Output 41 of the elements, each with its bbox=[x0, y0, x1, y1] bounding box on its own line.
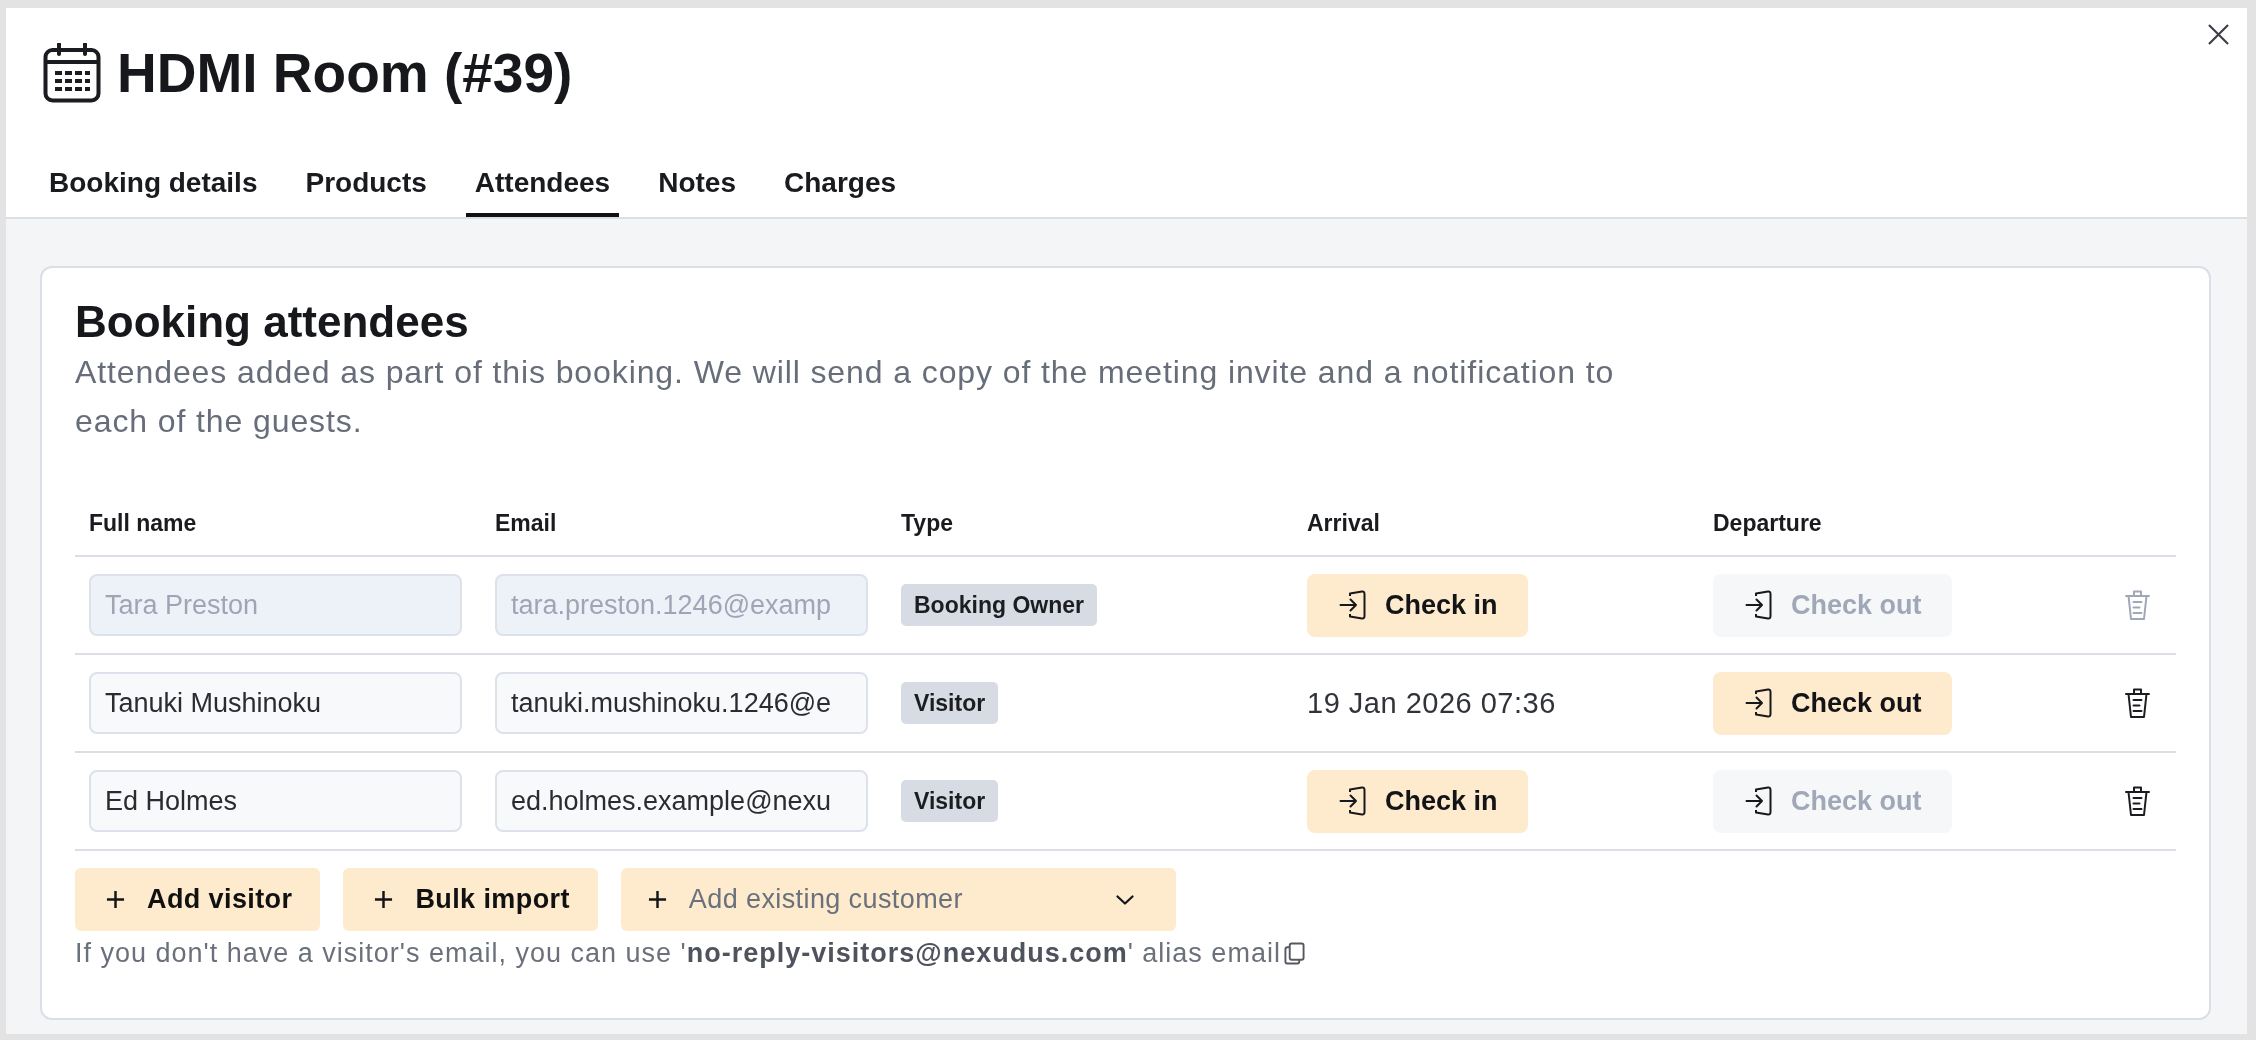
plus-icon bbox=[374, 890, 394, 909]
email-field[interactable]: tanuki.mushinoku.1246@e bbox=[495, 672, 868, 734]
column-header: Full name bbox=[89, 510, 197, 536]
enter-arrow-icon bbox=[1745, 786, 1772, 816]
name-field[interactable]: Ed Holmes bbox=[89, 770, 462, 832]
column-header: Arrival bbox=[1307, 510, 1380, 536]
type-badge: Visitor bbox=[901, 682, 999, 724]
tab[interactable]: Booking details bbox=[40, 150, 267, 217]
window-title: HDMI Room (#39) bbox=[117, 41, 573, 105]
plus-icon bbox=[106, 890, 125, 909]
customer-dropdown[interactable]: Add existing customer bbox=[620, 868, 1176, 931]
name-field[interactable]: Tanuki Mushinoku bbox=[89, 672, 462, 734]
type-badge: Booking Owner bbox=[901, 584, 1097, 626]
arrival-time: 19 Jan 2026 07:36 bbox=[1307, 686, 1556, 720]
chevron-down-icon bbox=[1115, 894, 1134, 905]
section-description: Attendees added as part of this booking. We will send a copy of the meeting invite and a notification to each of the guests. bbox=[75, 353, 1616, 441]
copy-icon[interactable] bbox=[1283, 941, 1305, 965]
alias-email-note: If you don't have a visitor's email, you can use 'no-reply-visitors@nexudus.com' alias email bbox=[75, 937, 1281, 970]
column-header: Departure bbox=[1713, 510, 1822, 536]
email-field[interactable]: ed.holmes.example@nexu bbox=[495, 770, 868, 832]
trash-icon[interactable] bbox=[2124, 785, 2151, 817]
enter-arrow-icon bbox=[1339, 590, 1366, 620]
add-button[interactable]: Bulk import bbox=[343, 868, 598, 931]
check-out-button[interactable]: Check out bbox=[1713, 671, 1952, 735]
column-header: Email bbox=[495, 510, 557, 536]
add-button[interactable]: Add visitor bbox=[75, 868, 321, 931]
enter-arrow-icon bbox=[1339, 786, 1366, 816]
trash-icon[interactable] bbox=[2124, 687, 2151, 719]
column-header: Type bbox=[901, 510, 953, 536]
enter-arrow-icon bbox=[1745, 590, 1772, 620]
type-badge: Visitor bbox=[901, 780, 999, 822]
check-in-button[interactable]: Check in bbox=[1307, 573, 1528, 637]
tab[interactable]: Charges bbox=[775, 150, 906, 217]
enter-arrow-icon bbox=[1745, 688, 1772, 718]
tab[interactable]: Notes bbox=[649, 150, 745, 217]
calendar-icon bbox=[43, 43, 101, 103]
close-icon[interactable] bbox=[2208, 24, 2229, 45]
check-in-button[interactable]: Check in bbox=[1307, 769, 1528, 833]
section-title: Booking attendees bbox=[75, 296, 470, 348]
tab[interactable]: Products bbox=[296, 150, 436, 217]
plus-icon bbox=[647, 890, 667, 909]
